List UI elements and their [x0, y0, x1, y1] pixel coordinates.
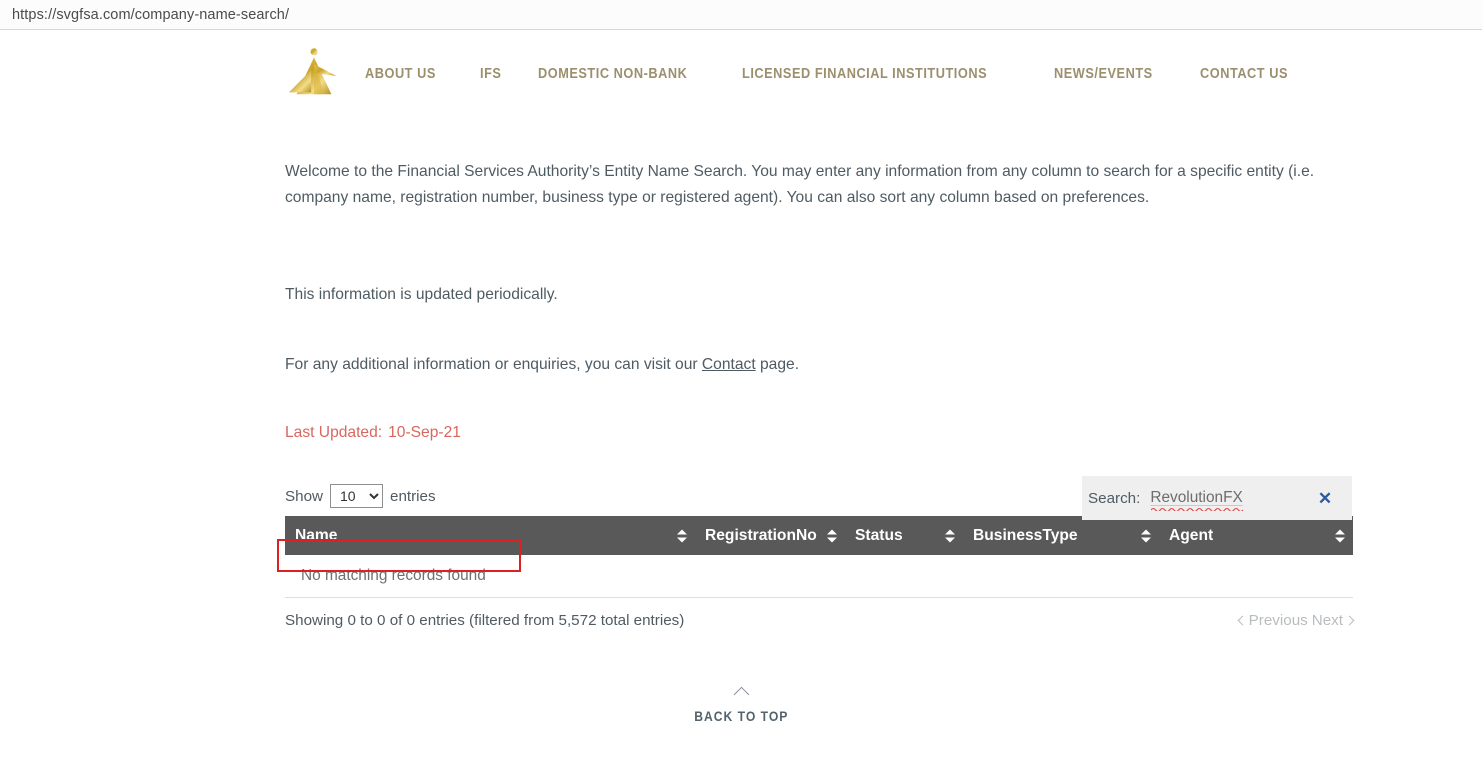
nav-item-ifs[interactable]: IFS [480, 66, 501, 82]
contact-paragraph: For any additional information or enquir… [285, 352, 1340, 378]
table-head: Name RegistrationNo Status BusinessType [285, 516, 1353, 555]
url-text: https://svgfsa.com/company-name-search/ [12, 6, 290, 23]
table-empty-row: No matching records found [285, 555, 1353, 598]
svgfsa-pyramid-logo[interactable] [285, 44, 343, 102]
sort-icon-status[interactable] [945, 529, 955, 542]
chevron-right-icon [1344, 615, 1355, 625]
pagination-controls: Previous Next [1237, 611, 1355, 629]
sort-icon-businesstype[interactable] [1141, 529, 1151, 542]
datatable-controls: Show 102550100 entries Search: ✕ [285, 476, 1352, 520]
welcome-paragraph: Welcome to the Financial Services Author… [285, 163, 1315, 206]
sort-icon-agent[interactable] [1335, 529, 1345, 542]
last-updated-label: Last Updated: [285, 424, 383, 441]
search-filter-container: Search: ✕ [1082, 476, 1352, 520]
clear-search-icon[interactable]: ✕ [1312, 490, 1338, 507]
entries-label: entries [390, 487, 436, 505]
contact-link[interactable]: Contact [702, 356, 756, 373]
chevron-up-icon [733, 686, 749, 703]
main-content: Welcome to the Financial Services Author… [0, 159, 1482, 638]
main-navigation: ABOUT US IFS DOMESTIC NON-BANK LICENSED … [365, 66, 1300, 82]
column-header-name[interactable]: Name [285, 516, 695, 555]
pagination-previous-button[interactable]: Previous [1237, 611, 1308, 629]
contact-paragraph-prefix: For any additional information or enquir… [285, 356, 702, 373]
column-header-registrationno-label: RegistrationNo [705, 526, 817, 544]
datatable-footer: Showing 0 to 0 of 0 entries (filtered fr… [285, 611, 1355, 638]
contact-paragraph-suffix: page. [755, 356, 800, 373]
pagination-next-button[interactable]: Next [1311, 611, 1355, 629]
last-updated: Last Updated: 10-Sep-21 [285, 422, 1352, 444]
column-header-status-label: Status [855, 526, 903, 544]
column-header-businesstype-label: BusinessType [973, 526, 1078, 544]
column-header-status[interactable]: Status [845, 516, 963, 555]
entity-results-table: Name RegistrationNo Status BusinessType [285, 516, 1353, 598]
show-label: Show [285, 487, 323, 505]
page-length-control: Show 102550100 entries [285, 484, 436, 508]
chevron-left-icon [1237, 615, 1248, 625]
pagination-previous-label: Previous [1248, 611, 1308, 629]
search-label: Search: [1088, 489, 1141, 507]
sort-icon-name[interactable] [677, 529, 687, 542]
table-header-row: Name RegistrationNo Status BusinessType [285, 516, 1353, 555]
column-header-name-label: Name [295, 526, 338, 544]
page-length-select[interactable]: 102550100 [330, 484, 383, 508]
back-to-top-label[interactable]: BACK TO TOP [694, 709, 788, 724]
last-updated-value: 10-Sep-21 [388, 424, 461, 441]
search-input[interactable] [1150, 486, 1312, 510]
pagination-next-label: Next [1311, 611, 1343, 629]
nav-item-news-events[interactable]: NEWS/EVENTS [1054, 66, 1153, 82]
table-info-text: Showing 0 to 0 of 0 entries (filtered fr… [285, 611, 685, 629]
nav-item-contact-us[interactable]: CONTACT US [1200, 66, 1288, 82]
nav-item-licensed-financial-institutions[interactable]: LICENSED FINANCIAL INSTITUTIONS [742, 66, 987, 82]
browser-url-bar[interactable]: https://svgfsa.com/company-name-search/ [0, 0, 1482, 30]
page-canvas: ABOUT US IFS DOMESTIC NON-BANK LICENSED … [0, 31, 1482, 771]
column-header-registrationno[interactable]: RegistrationNo [695, 516, 845, 555]
sort-icon-registrationno[interactable] [827, 529, 837, 542]
updated-note-paragraph: This information is updated periodically… [285, 286, 558, 303]
table-body: No matching records found [285, 555, 1353, 598]
nav-item-about-us[interactable]: ABOUT US [365, 66, 436, 82]
site-header: ABOUT US IFS DOMESTIC NON-BANK LICENSED … [0, 31, 1482, 109]
column-header-businesstype[interactable]: BusinessType [963, 516, 1159, 555]
empty-message: No matching records found [285, 555, 1353, 598]
column-header-agent[interactable]: Agent [1159, 516, 1353, 555]
search-input-wrapper [1150, 486, 1312, 511]
nav-item-domestic-non-bank[interactable]: DOMESTIC NON-BANK [538, 66, 687, 82]
column-header-agent-label: Agent [1169, 526, 1214, 544]
back-to-top[interactable]: BACK TO TOP [0, 686, 1482, 726]
